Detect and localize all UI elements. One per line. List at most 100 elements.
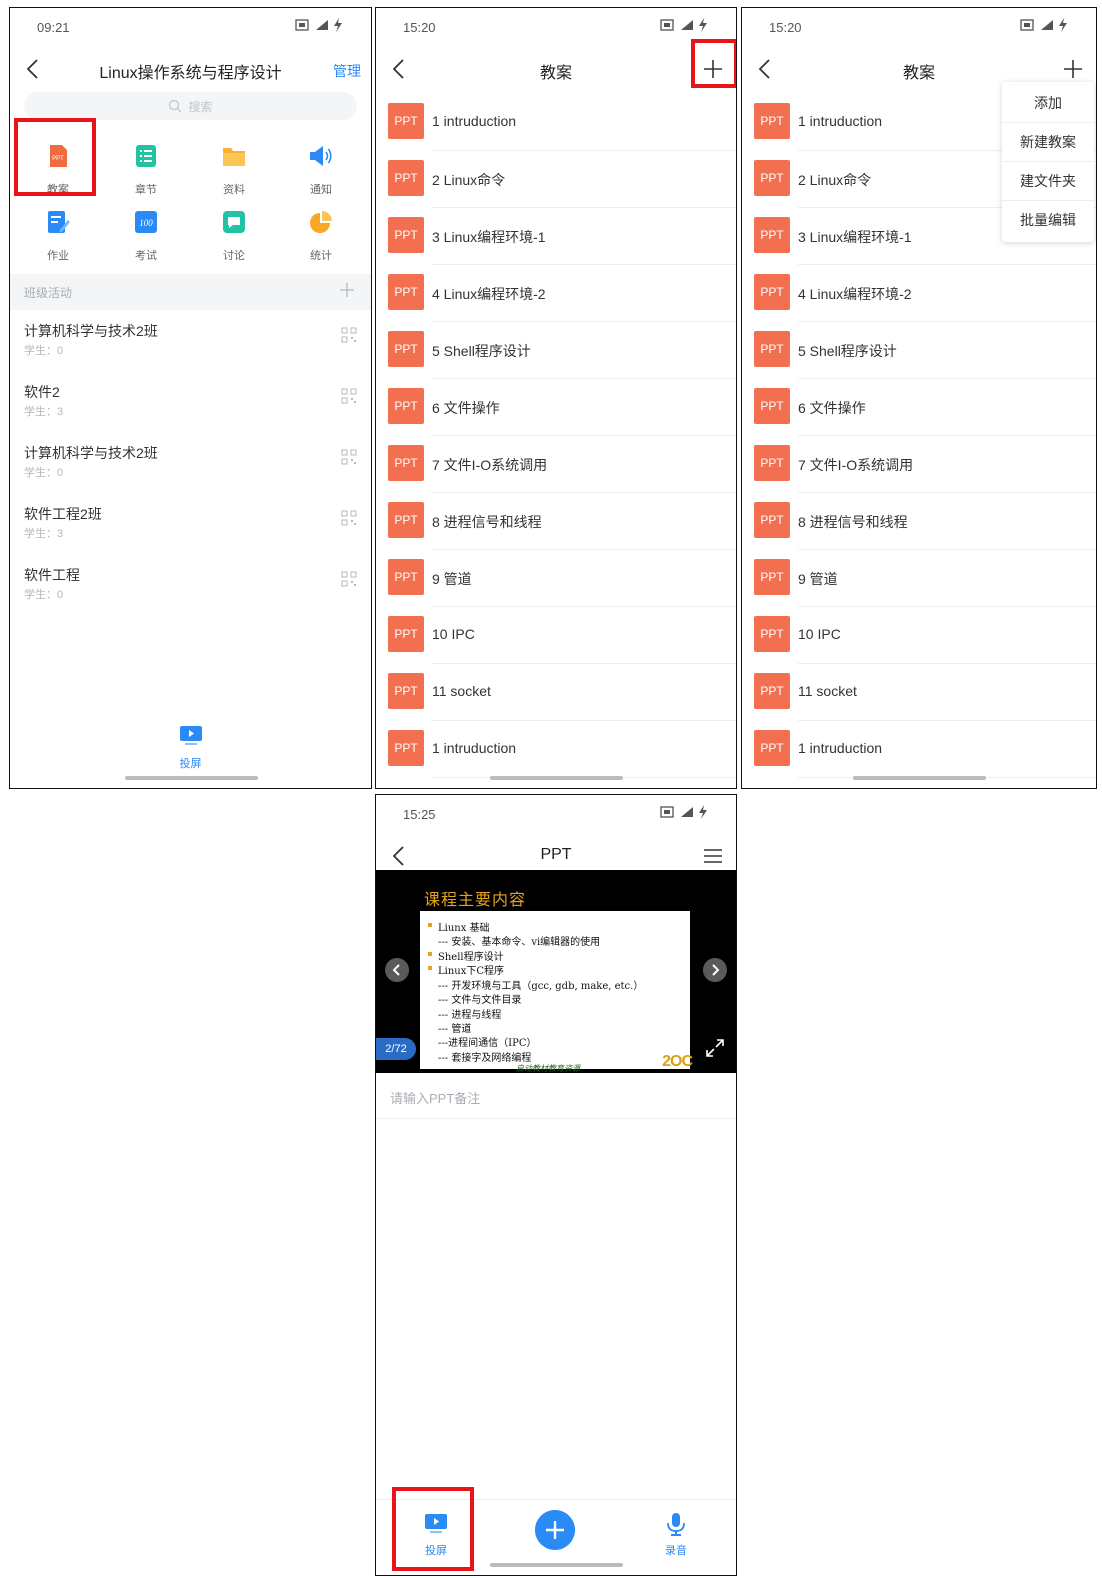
list-item[interactable]: PPT 10 IPC — [376, 607, 736, 664]
cast-screen-button[interactable]: 投屏 — [406, 1512, 466, 1558]
svg-text:PPT: PPT — [52, 156, 64, 162]
next-slide-button[interactable] — [703, 958, 727, 982]
qr-code-icon[interactable] — [341, 571, 357, 587]
slide-logo: 2OC — [662, 1053, 693, 1070]
grid-item-lesson-plan[interactable]: PPT 教案 — [15, 144, 101, 197]
list-item[interactable]: PPT 9 管道 — [742, 550, 1096, 607]
signal-icon — [681, 20, 693, 30]
pie-chart-icon — [310, 211, 332, 233]
ppt-badge: PPT — [388, 445, 424, 481]
list-item[interactable]: PPT 6 文件操作 — [742, 379, 1096, 436]
class-item[interactable]: 软件工程 学生：0 — [24, 565, 357, 625]
item-name: 5 Shell程序设计 — [798, 343, 897, 359]
menu-item-add[interactable]: 添加 — [1002, 84, 1094, 122]
note-placeholder: 请输入PPT备注 — [390, 1091, 481, 1106]
grid-item-label: 作业 — [47, 250, 69, 262]
item-name: 1 intruduction — [432, 740, 517, 756]
grid-item-materials[interactable]: 资料 — [191, 144, 277, 197]
class-item[interactable]: 计算机科学与技术2班 学生：0 — [24, 443, 357, 503]
list-item[interactable]: PPT 7 文件I-O系统调用 — [742, 436, 1096, 493]
record-audio-button[interactable]: 录音 — [646, 1512, 706, 1558]
record-label: 录音 — [665, 1545, 687, 1557]
back-icon[interactable] — [752, 56, 778, 82]
add-icon[interactable] — [698, 54, 728, 84]
charging-icon — [334, 18, 342, 32]
item-name: 8 进程信号和线程 — [432, 514, 542, 530]
status-bar: 15:25 — [376, 795, 736, 831]
class-name: 软件2 — [24, 384, 60, 400]
signal-icon — [316, 20, 328, 30]
homework-icon — [48, 211, 70, 233]
list-item[interactable]: PPT 8 进程信号和线程 — [376, 493, 736, 550]
list-item[interactable]: PPT 9 管道 — [376, 550, 736, 607]
status-time: 15:25 — [403, 807, 436, 822]
item-name: 1 intruduction — [798, 113, 883, 129]
qr-code-icon[interactable] — [341, 510, 357, 526]
class-item[interactable]: 软件工程2班 学生：3 — [24, 504, 357, 564]
sim-icon — [295, 19, 309, 31]
ppt-badge: PPT — [754, 274, 790, 310]
grid-item-discussion[interactable]: 讨论 — [191, 210, 277, 263]
item-name: 3 Linux编程环境-1 — [798, 229, 912, 245]
class-item[interactable]: 计算机科学与技术2班 学生：0 — [24, 321, 357, 381]
charging-icon — [699, 18, 707, 32]
search-input[interactable]: 搜索 — [24, 92, 357, 120]
ppt-badge: PPT — [754, 445, 790, 481]
list-item[interactable]: PPT 4 Linux编程环境-2 — [742, 265, 1096, 322]
ppt-badge: PPT — [754, 331, 790, 367]
grid-item-chapter[interactable]: 章节 — [103, 144, 189, 197]
list-item[interactable]: PPT 5 Shell程序设计 — [742, 322, 1096, 379]
grid-item-homework[interactable]: 作业 — [15, 210, 101, 263]
list-item[interactable]: PPT 6 文件操作 — [376, 379, 736, 436]
menu-icon[interactable] — [698, 841, 728, 871]
class-item[interactable]: 软件2 学生：3 — [24, 382, 357, 442]
menu-item-new-folder[interactable]: 建文件夹 — [1002, 161, 1094, 199]
list-item[interactable]: PPT 11 socket — [376, 664, 736, 721]
cast-screen-button[interactable]: 投屏 — [10, 724, 371, 771]
ppt-note-input[interactable]: 请输入PPT备注 — [376, 1073, 736, 1119]
grid-item-label: 章节 — [135, 184, 157, 196]
back-icon[interactable] — [386, 56, 412, 82]
grid-item-label: 讨论 — [223, 250, 245, 262]
list-item[interactable]: PPT 1 intruduction — [742, 721, 1096, 778]
qr-code-icon[interactable] — [341, 388, 357, 404]
back-icon[interactable] — [386, 843, 412, 869]
slide-line: --- 进程与线程 — [438, 1010, 502, 1021]
add-icon[interactable] — [337, 280, 357, 300]
grid-item-label: 考试 — [135, 250, 157, 262]
list-item[interactable]: PPT 11 socket — [742, 664, 1096, 721]
grid-item-exam[interactable]: 100 考试 — [103, 210, 189, 263]
ppt-badge: PPT — [754, 559, 790, 595]
item-name: 5 Shell程序设计 — [432, 343, 531, 359]
menu-item-new-lesson-plan[interactable]: 新建教案 — [1002, 122, 1094, 160]
list-item[interactable]: PPT 4 Linux编程环境-2 — [376, 265, 736, 322]
add-button[interactable] — [535, 1510, 575, 1550]
list-item[interactable]: PPT 1 intruduction — [376, 721, 736, 778]
menu-item-batch-edit[interactable]: 批量编辑 — [1002, 200, 1094, 238]
prev-slide-button[interactable] — [385, 958, 409, 982]
list-item[interactable]: PPT 2 Linux命令 — [376, 151, 736, 208]
list-item[interactable]: PPT 8 进程信号和线程 — [742, 493, 1096, 550]
manage-button[interactable]: 管理 — [333, 61, 361, 81]
grid-item-notice[interactable]: 通知 — [278, 144, 364, 197]
item-name: 2 Linux命令 — [798, 172, 872, 188]
slide-viewer[interactable]: 课程主要内容 Liunx 基础 --- 安装、基本命令、vi编辑器的使用 She… — [376, 870, 736, 1073]
exam-icon: 100 — [135, 211, 157, 233]
qr-code-icon[interactable] — [341, 327, 357, 343]
signal-icon — [681, 807, 693, 817]
item-name: 6 文件操作 — [798, 400, 866, 416]
list-item[interactable]: PPT 5 Shell程序设计 — [376, 322, 736, 379]
fullscreen-icon[interactable] — [704, 1037, 726, 1059]
list-item[interactable]: PPT 3 Linux编程环境-1 — [376, 208, 736, 265]
list-item[interactable]: PPT 7 文件I-O系统调用 — [376, 436, 736, 493]
grid-item-statistics[interactable]: 统计 — [278, 210, 364, 263]
add-icon[interactable] — [1058, 54, 1088, 84]
slide-line: Shell程序设计 — [428, 948, 504, 963]
qr-code-icon[interactable] — [341, 449, 357, 465]
back-icon[interactable] — [20, 56, 46, 82]
list-item[interactable]: PPT 1 intruduction — [376, 94, 736, 151]
list-item[interactable]: PPT 10 IPC — [742, 607, 1096, 664]
ppt-badge: PPT — [754, 502, 790, 538]
folder-icon — [223, 148, 245, 166]
ppt-badge: PPT — [388, 559, 424, 595]
